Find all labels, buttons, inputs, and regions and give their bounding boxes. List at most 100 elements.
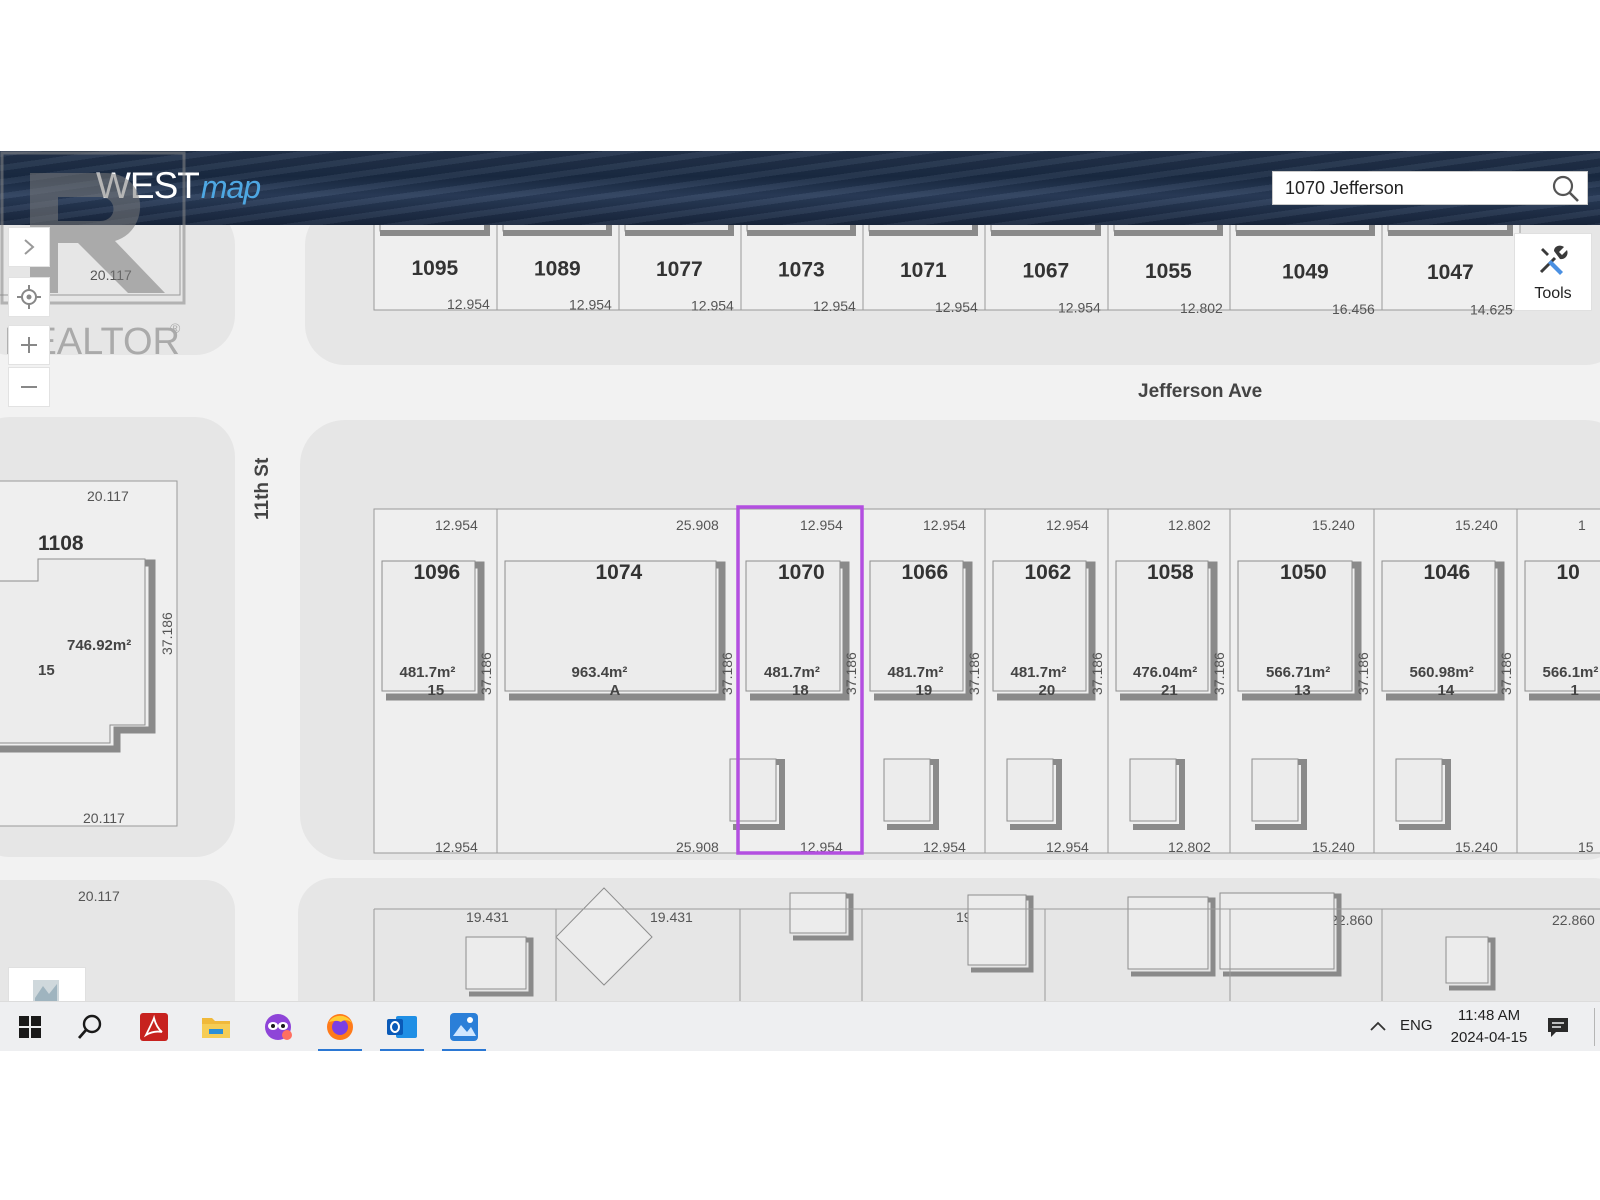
- lot-number: 1049: [1282, 261, 1329, 284]
- lower-lot-dim: 19.431: [650, 909, 693, 925]
- lot-frontage: 12.954: [935, 299, 978, 315]
- lot-depth: 37.186: [1498, 652, 1514, 695]
- tools-icon: [1539, 245, 1568, 275]
- lot-id: 18: [792, 682, 809, 699]
- lot-dim-top: 12.954: [1046, 517, 1089, 533]
- lot-depth: 37.186: [966, 652, 982, 695]
- lot-dim-bottom: 25.908: [676, 839, 719, 855]
- parcel-map-canvas[interactable]: 1095 12.954 1089 12.954 1077 12.954 1073 12.954…: [0, 225, 1600, 1001]
- show-desktop-button[interactable]: [1594, 1008, 1595, 1046]
- lot-area: 566.71m²: [1266, 664, 1330, 681]
- lot-dim-bottom: 12.954: [923, 839, 966, 855]
- building-footprint: [1127, 896, 1209, 970]
- lot-number: 1108: [38, 532, 84, 555]
- building-footprint: [967, 894, 1027, 966]
- clock-time[interactable]: 11:48 AM: [1446, 1007, 1532, 1024]
- start-button[interactable]: [4, 1002, 56, 1051]
- screen: WESTmap 109512.954108912.954107712.95410…: [0, 151, 1600, 1051]
- taskbar-acrobat[interactable]: [128, 1002, 180, 1051]
- lower-lot-dim: 22.860: [1330, 912, 1373, 928]
- lot-area: 476.04m²: [1133, 664, 1197, 681]
- lot-1049[interactable]: 1049 16.456: [1229, 225, 1383, 317]
- lot-number: 1073: [778, 259, 825, 282]
- lot-area: 481.7m²: [764, 664, 820, 681]
- lot-dim-top: 12.802: [1168, 517, 1211, 533]
- lot-1089[interactable]: 1089 12.954: [496, 225, 620, 313]
- lot-1070[interactable]: 107012.95412.954481.7m²18 37.186: [729, 508, 863, 855]
- lot-10[interactable]: 10115566.1m²137.186: [1516, 508, 1600, 855]
- lot-dim-bottom: 15.240: [1455, 839, 1498, 855]
- plus-icon: [21, 337, 37, 353]
- lot-1050[interactable]: 1050 15.240 15.240 566.71m²13 37.186: [1229, 508, 1375, 855]
- lot-1108[interactable]: 1108 20.117 20.117 746.92m² 15 37.186: [0, 480, 178, 827]
- lot-1047[interactable]: 1047 14.625: [1381, 225, 1521, 318]
- lot-1073[interactable]: 1073 12.954: [740, 225, 864, 314]
- lot-dim-top: 12.954: [800, 517, 843, 533]
- tools-label: Tools: [1534, 285, 1572, 302]
- notification-icon[interactable]: [1544, 1013, 1572, 1041]
- lot-frontage: 16.456: [1332, 301, 1375, 317]
- northwest-lot-dim: 20.117: [90, 267, 132, 283]
- lot-number: 1066: [902, 561, 949, 584]
- lot-number: 1096: [414, 561, 461, 584]
- zoom-out-button[interactable]: [8, 367, 50, 407]
- lower-lot-dim: 19.431: [466, 909, 509, 925]
- lot-1066[interactable]: 1066 12.954 12.954 481.7m²19 37.186: [861, 508, 986, 855]
- tools-button[interactable]: Tools: [1514, 233, 1592, 311]
- lot-1077[interactable]: 1077 12.954: [618, 225, 742, 313]
- taskbar-photos[interactable]: [438, 1002, 490, 1051]
- lot-depth: 37.186: [1211, 652, 1227, 695]
- garage-footprint: [1006, 758, 1054, 822]
- lot-depth: 37.186: [843, 652, 859, 695]
- clock-date[interactable]: 2024-04-15: [1440, 1029, 1538, 1046]
- search-button[interactable]: [1551, 174, 1581, 204]
- lot-dim-bottom: 15: [1578, 839, 1594, 855]
- lot-1046[interactable]: 1046 15.240 15.240 560.98m²14 37.186: [1373, 508, 1518, 855]
- locate-icon: [17, 285, 41, 309]
- taskbar-firefox[interactable]: [314, 1002, 366, 1051]
- lot-1096[interactable]: 1096 12.954 12.954 481.7m²15 37.186: [373, 508, 498, 855]
- lot-1074[interactable]: 1074 25.908 25.908 963.4m²A 37.186: [496, 508, 739, 855]
- taskbar-outlook[interactable]: [376, 1002, 428, 1051]
- lot-dim-bottom: 15.240: [1312, 839, 1355, 855]
- lot-id: 15: [38, 662, 55, 679]
- lot-1095[interactable]: 1095 12.954: [373, 225, 498, 312]
- lot-1067[interactable]: 1067 12.954: [984, 225, 1109, 316]
- lot-1071[interactable]: 1071 12.954: [862, 225, 986, 315]
- lot-1055[interactable]: 1055 12.802: [1107, 225, 1231, 316]
- search-input[interactable]: [1283, 172, 1547, 204]
- expand-panel-button[interactable]: [8, 227, 50, 267]
- zoom-in-button[interactable]: [8, 325, 50, 365]
- building-footprint: [789, 892, 847, 934]
- lot-frontage: 12.954: [1058, 300, 1101, 316]
- street-label-jefferson-ave: Jefferson Ave: [1138, 381, 1262, 402]
- lot-id: 21: [1161, 682, 1178, 699]
- acrobat-icon: [140, 1013, 168, 1041]
- locate-button[interactable]: [8, 277, 50, 317]
- file-explorer-icon: [202, 1018, 230, 1038]
- lot-1062[interactable]: 1062 12.954 12.954 481.7m²20 37.186: [984, 508, 1109, 855]
- building-footprint: [465, 936, 527, 990]
- lot-dim-bottom: 12.954: [435, 839, 478, 855]
- taskbar-file-explorer[interactable]: [190, 1002, 242, 1051]
- lot-dim-top: 1: [1578, 517, 1586, 533]
- parcel-map[interactable]: 1095 12.954 1089 12.954 1077 12.954 1073 12.954…: [0, 225, 1600, 1001]
- taskbar-app-mask[interactable]: [252, 1002, 304, 1051]
- lot-dim-top: 15.240: [1455, 517, 1498, 533]
- tray-chevron-up-icon[interactable]: [1366, 1014, 1390, 1038]
- westmap-logo[interactable]: WESTmap: [96, 165, 261, 207]
- minus-icon: [21, 386, 37, 388]
- taskbar-search-button[interactable]: [64, 1002, 116, 1051]
- lot-id: 14: [1438, 682, 1455, 699]
- garage-footprint: [883, 758, 931, 822]
- search-icon: [77, 1014, 102, 1039]
- lot-dim-bottom: 12.954: [1046, 839, 1089, 855]
- lot-dim-top: 20.117: [87, 488, 129, 504]
- lot-dim-top: 25.908: [676, 517, 719, 533]
- language-indicator[interactable]: ENG: [1400, 1017, 1433, 1034]
- lot-1058[interactable]: 1058 12.802 12.802 476.04m²21 37.186: [1107, 508, 1231, 855]
- lot-frontage: 12.954: [569, 297, 612, 313]
- south-lot-row: 109612.95412.954481.7m²15 37.186107425.90…: [373, 508, 1600, 855]
- outlook-icon: [387, 1016, 417, 1038]
- lot-frontage: 12.954: [691, 297, 734, 313]
